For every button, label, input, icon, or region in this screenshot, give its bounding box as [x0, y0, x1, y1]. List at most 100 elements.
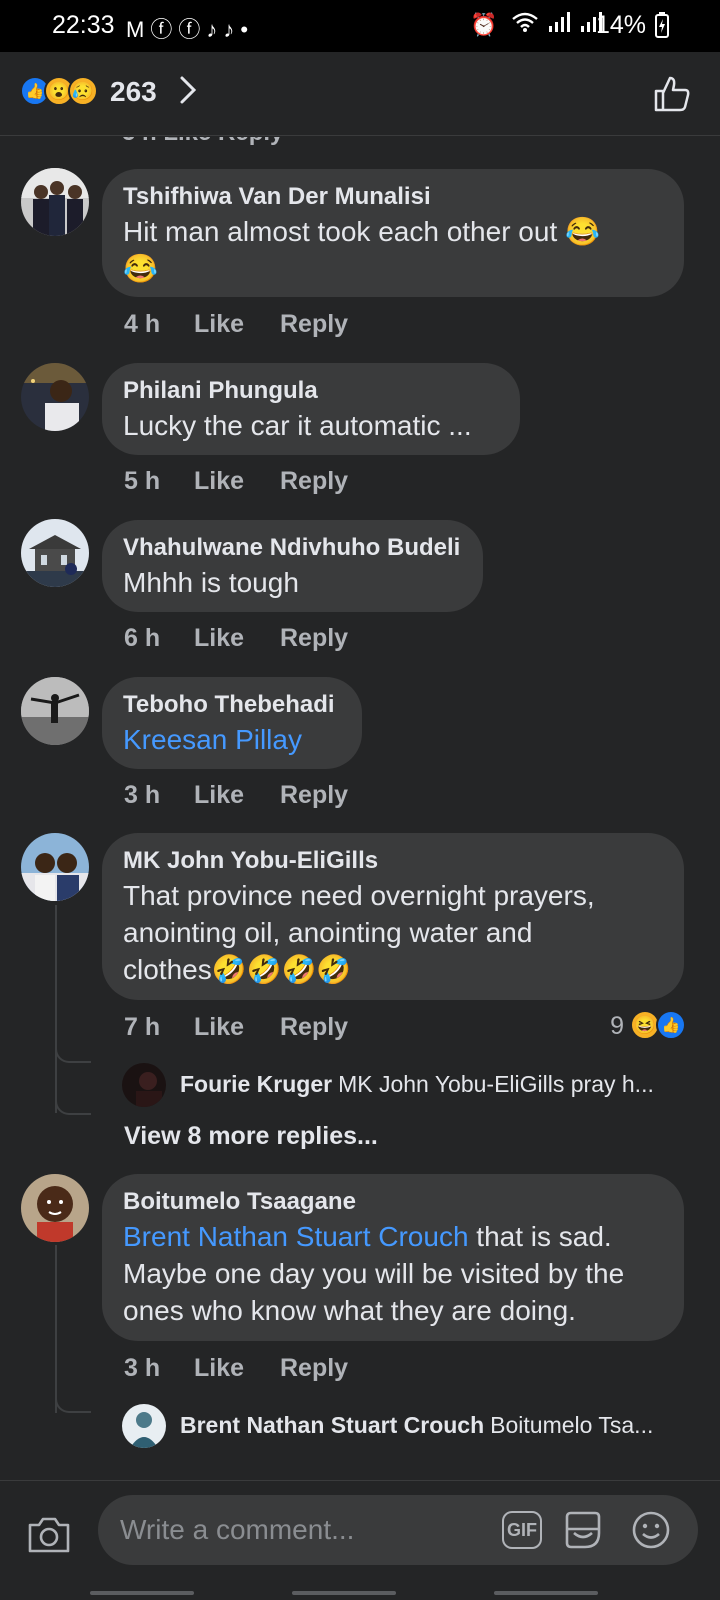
- comment-author[interactable]: Teboho Thebehadi: [123, 689, 340, 721]
- reply-preview-text: Fourie Kruger MK John Yobu-EliGills pray …: [180, 1071, 654, 1098]
- comment-bubble[interactable]: Philani Phungula Lucky the car it automa…: [102, 363, 520, 455]
- gif-button[interactable]: GIF: [502, 1511, 542, 1549]
- avatar[interactable]: [21, 519, 89, 587]
- reply-preview[interactable]: Brent Nathan Stuart Crouch Boitumelo Tsa.…: [122, 1404, 702, 1448]
- thread-connector: [55, 1043, 91, 1063]
- comment-time: 5 h: [124, 467, 161, 495]
- avatar[interactable]: [21, 363, 89, 431]
- alarm-icon: ⏰: [470, 12, 502, 37]
- sad-reaction-icon: 😥: [68, 76, 98, 106]
- like-link[interactable]: Like: [194, 1013, 280, 1042]
- comment-text: anointing oil, anointing water and: [123, 917, 533, 948]
- reply-link[interactable]: Reply: [280, 624, 348, 653]
- comment-bubble[interactable]: Vhahulwane Ndivhuho Budeli Mhhh is tough: [102, 520, 483, 612]
- wifi-icon: [511, 12, 548, 37]
- mention-link[interactable]: Kreesan Pillay: [123, 721, 340, 758]
- view-more-replies-link[interactable]: View 8 more replies...: [124, 1122, 378, 1151]
- thread-connector: [55, 1393, 91, 1413]
- reply-link[interactable]: Reply: [280, 1013, 348, 1042]
- comment-composer: GIF: [0, 1480, 720, 1600]
- thread-connector: [55, 1095, 91, 1115]
- comments-feed[interactable]: 5 h Like Reply Tshifhiwa Van Der Munalis…: [0, 137, 720, 1480]
- sticker-icon[interactable]: [562, 1509, 604, 1551]
- comment-input[interactable]: [120, 1513, 480, 1547]
- comment-text: 😂: [123, 253, 158, 284]
- battery-level: 14%: [595, 11, 646, 39]
- battery-charging-icon: [654, 12, 670, 44]
- chevron-right-icon[interactable]: [178, 74, 198, 114]
- system-icons: ⏰: [470, 12, 602, 38]
- comment-text: Maybe one day you will be visited by the: [123, 1258, 625, 1289]
- comment-author[interactable]: Philani Phungula: [123, 375, 498, 407]
- reply-link[interactable]: Reply: [280, 1354, 348, 1383]
- system-nav-bar: [0, 1585, 720, 1600]
- like-link[interactable]: Like: [194, 467, 280, 496]
- reply-author[interactable]: Fourie Kruger: [180, 1071, 332, 1097]
- comment-author[interactable]: Tshifhiwa Van Der Munalisi: [123, 181, 662, 213]
- comment-author[interactable]: Boitumelo Tsaagane: [123, 1186, 662, 1218]
- comment-bubble[interactable]: Boitumelo Tsaagane Brent Nathan Stuart C…: [102, 1174, 684, 1341]
- comment-actions: 5 h Like Reply: [124, 467, 348, 496]
- comment-author[interactable]: MK John Yobu-EliGills: [123, 845, 662, 877]
- reply-snippet: Boitumelo Tsa...: [490, 1412, 654, 1438]
- comment-actions: 4 h Like Reply: [124, 310, 348, 339]
- gmail-icon: M: [126, 17, 151, 42]
- comment-bubble[interactable]: Tshifhiwa Van Der Munalisi Hit man almos…: [102, 169, 684, 297]
- comment-text: ones who know what they are doing.: [123, 1295, 576, 1326]
- dot-icon: •: [240, 17, 255, 42]
- comment-actions: 6 h Like Reply: [124, 624, 348, 653]
- comment-author[interactable]: Vhahulwane Ndivhuho Budeli: [123, 532, 461, 564]
- comment-actions: 3 h Like Reply: [124, 1354, 348, 1383]
- comment-text: Lucky the car it automatic ...: [123, 410, 472, 441]
- like-link[interactable]: Like: [194, 1354, 280, 1383]
- thread-line: [55, 1245, 57, 1413]
- comment-bubble[interactable]: MK John Yobu-EliGills That province need…: [102, 833, 684, 1000]
- comment-text: clothes🤣🤣🤣🤣: [123, 954, 352, 985]
- comment-bubble[interactable]: Teboho Thebehadi Kreesan Pillay: [102, 677, 362, 769]
- reply-author[interactable]: Brent Nathan Stuart Crouch: [180, 1412, 484, 1438]
- avatar[interactable]: [21, 677, 89, 745]
- reply-link[interactable]: Reply: [280, 310, 348, 339]
- reply-preview-text: Brent Nathan Stuart Crouch Boitumelo Tsa.…: [180, 1412, 653, 1439]
- avatar[interactable]: [21, 168, 89, 236]
- comment-text: That province need overnight prayers,: [123, 880, 595, 911]
- like-link[interactable]: Like: [194, 781, 280, 810]
- avatar[interactable]: [21, 833, 89, 901]
- comment-input-box[interactable]: GIF: [98, 1495, 698, 1565]
- camera-icon[interactable]: [26, 1513, 72, 1557]
- avatar[interactable]: [21, 1174, 89, 1242]
- nav-home-handle[interactable]: [292, 1591, 396, 1595]
- tiktok-icon: ♪: [206, 17, 224, 42]
- mention-link[interactable]: Brent Nathan Stuart Crouch: [123, 1221, 469, 1252]
- reply-link[interactable]: Reply: [280, 467, 348, 496]
- comment-time: 3 h: [124, 781, 161, 809]
- reaction-count[interactable]: 263: [110, 76, 157, 108]
- comment-time: 4 h: [124, 310, 161, 338]
- nav-recent-handle[interactable]: [90, 1591, 194, 1595]
- comment-actions: 3 h Like Reply: [124, 781, 348, 810]
- comment-reactions[interactable]: 9 😆 👍: [568, 1010, 688, 1040]
- like-reaction-icon: 👍: [656, 1010, 686, 1040]
- avatar[interactable]: [122, 1404, 166, 1448]
- facebook-icon: ⓕ: [178, 17, 207, 42]
- like-link[interactable]: Like: [194, 310, 280, 339]
- reactions-header: 👍 😮 😥 263: [0, 52, 720, 136]
- comment-time: 6 h: [124, 624, 161, 652]
- avatar[interactable]: [122, 1063, 166, 1107]
- reply-snippet: MK John Yobu-EliGills pray h...: [338, 1071, 654, 1097]
- signal-icon: [548, 12, 580, 37]
- comment-reaction-count: 9: [610, 1012, 624, 1040]
- comment-actions: 7 h Like Reply: [124, 1013, 348, 1042]
- nav-back-handle[interactable]: [494, 1591, 598, 1595]
- like-post-button[interactable]: [652, 74, 692, 114]
- emoji-icon[interactable]: [630, 1509, 672, 1551]
- reply-preview[interactable]: Fourie Kruger MK John Yobu-EliGills pray …: [122, 1063, 702, 1107]
- comment-text: that is sad.: [468, 1221, 612, 1252]
- comment-text: Mhhh is tough: [123, 567, 299, 598]
- facebook-icon: ⓕ: [150, 17, 179, 42]
- reply-link[interactable]: Reply: [280, 781, 348, 810]
- status-time: 22:33: [52, 11, 115, 39]
- like-link[interactable]: Like: [194, 624, 280, 653]
- partially-hidden-comment-meta: 5 h Like Reply: [122, 137, 283, 147]
- thread-line: [55, 905, 57, 1063]
